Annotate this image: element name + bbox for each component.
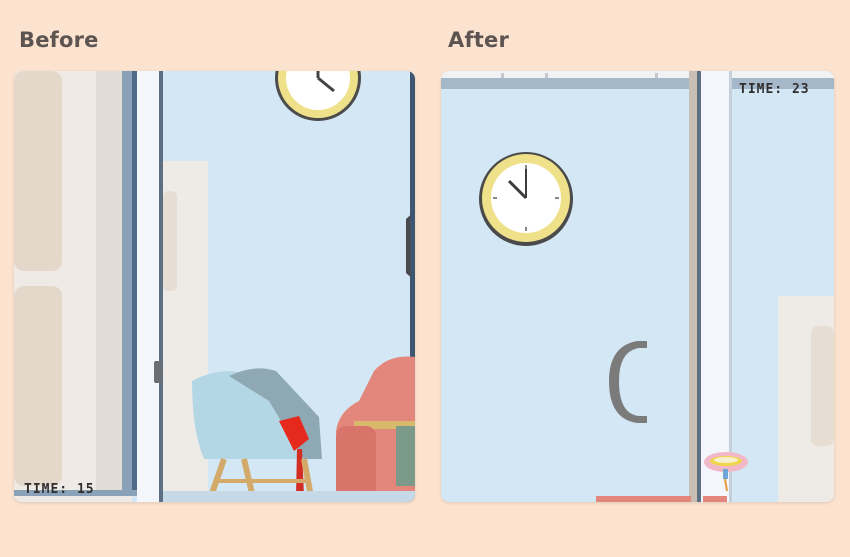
after-scene — [441, 71, 834, 502]
door-frame — [689, 71, 732, 502]
before-label: Before — [19, 28, 99, 52]
door-handle[interactable] — [154, 361, 162, 383]
before-scene — [14, 71, 415, 502]
after-label: After — [448, 28, 510, 52]
comparison-view: Before TIME: 15 After TIME: 23 — [0, 0, 850, 557]
sofa-edge — [596, 496, 691, 502]
after-panel: TIME: 23 — [441, 71, 834, 502]
before-panel: TIME: 15 — [14, 71, 415, 502]
left-wall — [14, 71, 132, 502]
wall-clock[interactable] — [479, 152, 573, 246]
before-timer: TIME: 15 — [24, 482, 95, 497]
partition — [778, 296, 834, 502]
after-timer: TIME: 23 — [739, 82, 810, 97]
wall — [441, 71, 834, 502]
